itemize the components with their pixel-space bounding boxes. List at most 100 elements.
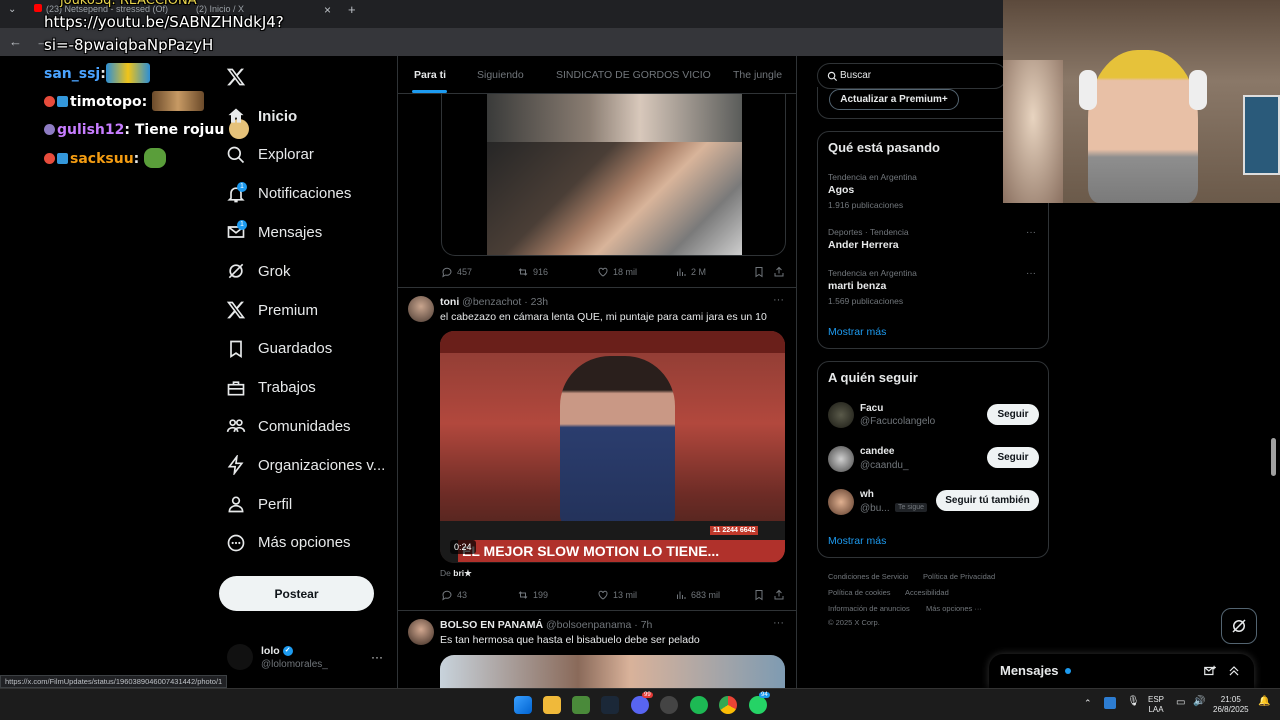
tab-close-icon[interactable]: × [324, 3, 331, 23]
trend-name[interactable]: Ander Herrera [828, 239, 899, 251]
messages-drawer[interactable]: Mensajes [989, 654, 1254, 688]
sidebar-item-grok[interactable]: Grok [226, 259, 291, 283]
follow-name[interactable]: wh [860, 489, 874, 500]
trend-more-icon[interactable]: ··· [1026, 268, 1036, 279]
account-more-icon[interactable]: ··· [371, 650, 383, 664]
avatar[interactable] [828, 402, 854, 428]
like-count[interactable]: 18 mil [597, 266, 637, 278]
sidebar-item-inicio[interactable]: Inicio [226, 104, 297, 128]
reply-count[interactable]: 457 [441, 266, 472, 278]
share-icon[interactable] [773, 266, 785, 278]
avatar[interactable] [408, 296, 434, 322]
app-icon[interactable] [572, 696, 590, 714]
windows-start-icon[interactable] [514, 696, 532, 714]
new-message-icon[interactable] [1203, 664, 1217, 678]
sidebar-item-más-opciones[interactable]: Más opciones [226, 531, 351, 555]
collapse-up-icon[interactable] [1227, 664, 1241, 678]
sidebar-item-premium[interactable]: Premium [226, 298, 318, 322]
network-icon[interactable]: ▭ [1176, 698, 1185, 708]
search-bar[interactable]: Buscar [817, 63, 1007, 89]
footer-link[interactable]: Más opciones ··· [926, 604, 982, 613]
sidebar-item-explorar[interactable]: Explorar [226, 143, 314, 167]
notifications-icon[interactable]: 🔔 [1258, 697, 1270, 707]
premium-button[interactable]: Actualizar a Premium+ [829, 89, 959, 110]
language-indicator[interactable]: ESP LAA [1148, 695, 1164, 715]
volume-icon[interactable]: 🔊 [1193, 697, 1205, 707]
reply-icon [442, 590, 452, 601]
footer-link[interactable]: Condiciones de Servicio [828, 572, 908, 581]
trends-show-more[interactable]: Mostrar más [828, 326, 886, 338]
sidebar-item-perfil[interactable]: Perfil [226, 492, 292, 516]
steam-icon[interactable] [601, 696, 619, 714]
avatar[interactable] [227, 644, 253, 670]
discord-icon[interactable] [631, 696, 649, 714]
post-media[interactable] [441, 94, 786, 256]
tab-siguiendo[interactable]: Siguiendo [477, 69, 524, 81]
new-tab-button[interactable]: + [348, 2, 356, 22]
view-count[interactable]: 2 M [675, 266, 706, 278]
avatar[interactable] [828, 446, 854, 472]
post-more-icon[interactable]: ··· [773, 617, 784, 629]
post-media[interactable] [440, 655, 785, 688]
avatar[interactable] [828, 489, 854, 515]
file-explorer-icon[interactable] [543, 696, 561, 714]
follow-button[interactable]: Seguir [987, 447, 1039, 468]
tab-sindicato[interactable]: SINDICATO DE GORDOS VICIO [556, 69, 711, 81]
author-handle[interactable]: @bolsoenpanama [546, 619, 631, 631]
sidebar-item-label: Explorar [258, 146, 314, 164]
footer-link[interactable]: Política de Privacidad [923, 572, 995, 581]
sidebar-item-notificaciones[interactable]: 1 Notificaciones [226, 181, 351, 206]
follow-name[interactable]: candee [860, 446, 894, 457]
chrome-icon[interactable] [719, 696, 737, 714]
post-time[interactable]: · 7h [634, 619, 652, 631]
scrollbar-thumb[interactable] [1271, 438, 1276, 476]
tray-app-icon[interactable] [1104, 697, 1116, 709]
sidebar-item-guardados[interactable]: Guardados [226, 337, 332, 361]
search-input[interactable]: Buscar [840, 70, 871, 81]
avatar[interactable] [408, 619, 434, 645]
post-button[interactable]: Postear [219, 576, 374, 611]
author-name[interactable]: BOLSO EN PANAMÁ [440, 619, 543, 631]
bookmark-icon[interactable] [753, 266, 765, 278]
footer-link[interactable]: Información de anuncios [828, 604, 910, 613]
obs-icon[interactable] [660, 696, 678, 714]
follow-back-button[interactable]: Seguir tú también [936, 490, 1039, 511]
tab-the-jungle[interactable]: The jungle [733, 69, 782, 81]
repost-count[interactable]: 916 [517, 266, 548, 278]
clock[interactable]: 21:05 26/8/2025 [1213, 695, 1249, 715]
share-icon[interactable] [773, 589, 785, 601]
reply-count[interactable]: 43 [441, 589, 467, 601]
tray-chevron-icon[interactable]: ⌃ [1084, 698, 1092, 708]
microphone-icon[interactable]: 🎙 [1127, 697, 1140, 707]
grok-float-button[interactable] [1221, 608, 1257, 644]
follow-name[interactable]: Facu [860, 403, 883, 414]
footer-link[interactable]: Accesibilidad [905, 588, 949, 597]
sidebar-item-organizaciones-v[interactable]: Organizaciones v... [226, 453, 385, 477]
tab-para-ti[interactable]: Para ti [414, 69, 446, 81]
x-logo-icon[interactable] [226, 67, 246, 87]
account-name[interactable]: lolo ✓ [261, 645, 293, 657]
view-count[interactable]: 683 mil [675, 589, 720, 601]
author-handle[interactable]: @benzachot [462, 296, 521, 308]
sidebar-item-trabajos[interactable]: Trabajos [226, 376, 316, 400]
author-name[interactable]: toni [440, 296, 459, 308]
trend-name[interactable]: marti benza [828, 280, 886, 292]
like-count[interactable]: 13 mil [597, 589, 637, 601]
post-more-icon[interactable]: ··· [773, 294, 784, 306]
trend-name[interactable]: Agos [828, 184, 854, 196]
trend-more-icon[interactable]: ··· [1026, 227, 1036, 238]
post-time[interactable]: · 23h [524, 296, 548, 308]
repost-count[interactable]: 199 [517, 589, 548, 601]
bookmark-icon[interactable] [753, 589, 765, 601]
spotify-icon[interactable] [690, 696, 708, 714]
whatsapp-icon[interactable] [749, 696, 767, 714]
sidebar-item-mensajes[interactable]: 1 Mensajes [226, 220, 322, 244]
follow-show-more[interactable]: Mostrar más [828, 535, 886, 547]
video-player[interactable]: 11 2244 6642 EL MEJOR SLOW MOTION LO TIE… [440, 331, 785, 563]
tab-list-icon[interactable]: ⌄ [8, 4, 22, 24]
sidebar-item-comunidades[interactable]: Comunidades [226, 414, 351, 438]
video-source[interactable]: De bri★ [440, 568, 472, 579]
footer-link[interactable]: Política de cookies [828, 588, 891, 597]
follow-button[interactable]: Seguir [987, 404, 1039, 425]
back-arrow-icon[interactable]: ← [9, 34, 22, 49]
